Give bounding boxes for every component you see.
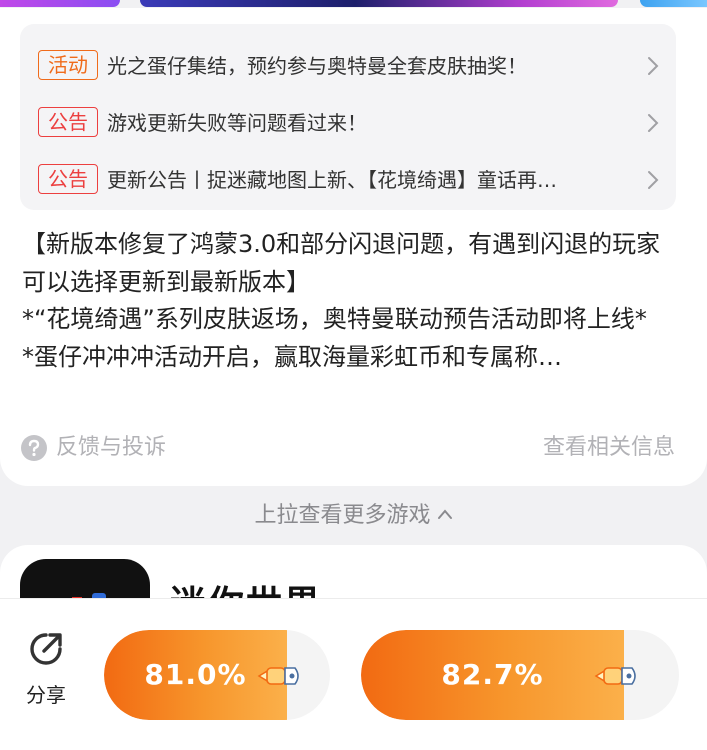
share-button[interactable]: 分享 bbox=[16, 625, 76, 709]
banner-image-center[interactable] bbox=[140, 0, 618, 7]
description-line: 【新版本修复了鸿蒙3.0和部分闪退问题，有遇到闪退的玩家可以选择更新到最新版本】 bbox=[22, 230, 661, 296]
notice-text: 更新公告丨捉迷藏地图上新、【花境绮遇】童话再… bbox=[107, 168, 557, 192]
notice-tag: 公告 bbox=[38, 107, 98, 137]
bottom-action-bar: 分享 81.0% 82.7% bbox=[0, 598, 707, 750]
download-progress-text: 81.0% bbox=[144, 658, 247, 691]
notice-text: 光之蛋仔集结，预约参与奥特曼全套皮肤抽奖！ bbox=[107, 54, 527, 78]
question-circle-icon bbox=[21, 435, 47, 461]
notice-tag: 公告 bbox=[38, 164, 98, 194]
notice-list: 活动 光之蛋仔集结，预约参与奥特曼全套皮肤抽奖！ 公告 游戏更新失败等问题看过来… bbox=[20, 24, 676, 210]
notice-row-announcement[interactable]: 公告 更新公告丨捉迷藏地图上新、【花境绮遇】童话再… bbox=[20, 160, 676, 200]
notice-tag: 活动 bbox=[38, 50, 98, 80]
download-progress-button[interactable]: 81.0% bbox=[104, 630, 330, 720]
notice-row-announcement[interactable]: 公告 游戏更新失败等问题看过来！ bbox=[20, 103, 676, 143]
banner-carousel[interactable] bbox=[0, 0, 707, 8]
pull-up-more-games[interactable]: 上拉查看更多游戏 bbox=[0, 499, 707, 533]
banner-image-left[interactable] bbox=[0, 0, 120, 7]
chevron-right-icon bbox=[648, 171, 659, 189]
notice-row-activity[interactable]: 活动 光之蛋仔集结，预约参与奥特曼全套皮肤抽奖！ bbox=[20, 46, 676, 86]
update-description[interactable]: 【新版本修复了鸿蒙3.0和部分闪退问题，有遇到闪退的玩家可以选择更新到最新版本】… bbox=[22, 226, 662, 376]
banner-image-right[interactable] bbox=[640, 0, 707, 7]
download-progress-button[interactable]: 82.7% bbox=[361, 630, 679, 720]
related-info-link[interactable]: 查看相关信息 bbox=[543, 432, 675, 464]
description-line: *“花境绮遇”系列皮肤返场，奥特曼联动预告活动即将上线* bbox=[22, 305, 647, 333]
chevron-up-icon bbox=[437, 509, 452, 519]
share-arrow-icon bbox=[30, 633, 62, 665]
notice-text: 游戏更新失败等问题看过来！ bbox=[107, 111, 367, 135]
download-progress-text: 82.7% bbox=[441, 658, 544, 691]
game-detail-card: 活动 光之蛋仔集结，预约参与奥特曼全套皮肤抽奖！ 公告 游戏更新失败等问题看过来… bbox=[0, 8, 707, 486]
chevron-right-icon bbox=[648, 114, 659, 132]
feedback-label: 反馈与投诉 bbox=[56, 435, 167, 460]
description-line: *蛋仔冲冲冲活动开启，赢取海量彩虹币和专属称… bbox=[22, 342, 562, 371]
share-label: 分享 bbox=[26, 683, 66, 707]
chevron-right-icon bbox=[648, 57, 659, 75]
pull-more-label: 上拉查看更多游戏 bbox=[254, 503, 431, 528]
